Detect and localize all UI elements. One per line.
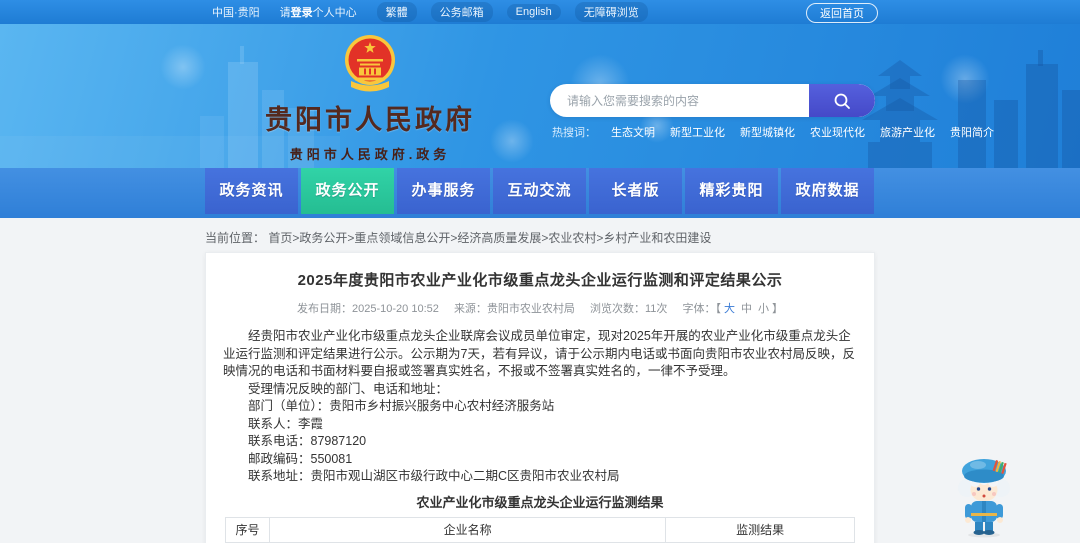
nav-tab-1[interactable]: 政务资讯 (205, 168, 298, 214)
return-home-button[interactable]: 返回首页 (806, 3, 878, 23)
topbar-items: 中国·贵阳 请登录个人中心 繁體 公务邮箱 English 无障碍浏览 (212, 0, 648, 24)
hot-search-item[interactable]: 新型工业化 (670, 124, 725, 140)
main-nav: 政务资讯 政务公开 办事服务 互动交流 长者版 精彩贵阳 政府数据 (205, 168, 874, 214)
topbar-login-link[interactable]: 请登录个人中心 (280, 4, 357, 20)
city-skyline-right-icon (862, 50, 1080, 168)
topbar-chip[interactable]: English (506, 4, 561, 20)
font-size-option[interactable]: 小 (758, 303, 769, 315)
article-paragraph: 经贵阳市农业产业化市级重点龙头企业联席会议成员单位审定，现对2025年开展的农业… (223, 329, 855, 378)
hot-search: 热搜词： 生态文明 新型工业化 新型城镇化 农业现代化 旅游产业化 贵阳简介 (552, 124, 994, 140)
results-table: 序号企业名称监测结果 1贵州合力超市采购有限公司合格2贵州友禾种业有限公司合格3… (224, 516, 855, 543)
topbar-chip[interactable]: 无障碍浏览 (574, 2, 648, 22)
search-button[interactable] (809, 84, 875, 117)
publish-date: 2025-10-20 10:52 (352, 303, 439, 315)
topbar-chip[interactable]: 繁體 (376, 2, 417, 22)
font-size-label: 字体： (682, 303, 716, 315)
header-banner: 贵阳市人民政府 贵阳市人民政府.政务 www.guiyang.gov.cn 热搜… (0, 24, 1080, 168)
hot-search-label: 热搜词： (552, 127, 596, 139)
nav-tab-5[interactable]: 长者版 (589, 168, 682, 214)
article-title: 2025年度贵阳市农业产业化市级重点龙头企业运行监测和评定结果公示 (297, 272, 783, 289)
font-size-options: 大中小 (721, 303, 772, 315)
article-paragraph: 部门（单位）：贵阳市乡村振兴服务中心农村经济服务站 (248, 399, 555, 413)
hot-search-item[interactable]: 旅游产业化 (880, 124, 935, 140)
article-paragraph: 联系电话：87987120 (248, 434, 367, 448)
nav-tab-4[interactable]: 互动交流 (493, 168, 586, 214)
hot-search-list: 生态文明 新型工业化 新型城镇化 农业现代化 旅游产业化 贵阳简介 (611, 124, 994, 140)
table-header-cell: 监测结果 (665, 516, 855, 543)
article-card: 2025年度贵阳市农业产业化市级重点龙头企业运行监测和评定结果公示 发布日期：2… (205, 252, 875, 543)
nav-tab-3[interactable]: 办事服务 (397, 168, 490, 214)
breadcrumb: 当前位置： 首页>政务公开>重点领域信息公开>经济高质量发展>农业农村>乡村产业… (205, 229, 711, 246)
views-label: 浏览次数： (590, 303, 645, 315)
topbar-chips: 繁體 公务邮箱 English 无障碍浏览 (376, 2, 648, 22)
font-size-option[interactable]: 中 (741, 303, 752, 315)
results-table-title: 农业产业化市级重点龙头企业运行监测结果 (416, 494, 664, 510)
search-icon (834, 93, 850, 109)
nav-tab-7[interactable]: 政府数据 (781, 168, 874, 214)
hot-search-item[interactable]: 农业现代化 (810, 124, 865, 140)
article-paragraph: 联系地址：贵阳市观山湖区市级行政中心二期C区贵阳市农业农村局 (248, 469, 620, 483)
article-paragraph: 受理情况反映的部门、电话和地址： (248, 381, 449, 396)
article-paragraph: 联系人：李霞 (248, 416, 324, 431)
breadcrumb-path[interactable]: 首页>政务公开>重点领域信息公开>经济高质量发展>农业农村>乡村产业和农田建设 (268, 231, 711, 245)
site-subtitle: 贵阳市人民政府.政务 (289, 147, 451, 162)
article-body: 经贵阳市农业产业化市级重点龙头企业联席会议成员单位审定，现对2025年开展的农业… (223, 328, 857, 486)
national-emblem-icon (345, 35, 395, 92)
publish-date-label: 发布日期： (297, 303, 353, 315)
bracket-close: 】 (771, 303, 783, 315)
topbar-region-link[interactable]: 中国·贵阳 (212, 4, 260, 20)
table-header-cell: 企业名称 (269, 516, 667, 543)
login-prefix: 请 (279, 7, 291, 19)
hot-search-item[interactable]: 新型城镇化 (740, 124, 795, 140)
results-table-head-row: 序号 企业名称 监测结果 (224, 516, 855, 543)
source-label: 来源： (453, 303, 487, 315)
views: 11次 (645, 303, 668, 315)
hot-search-item[interactable]: 贵阳简介 (950, 124, 994, 140)
table-header-cell: 序号 (224, 516, 271, 543)
nav-tab-6[interactable]: 精彩贵阳 (685, 168, 778, 214)
source: 贵阳市农业农村局 (486, 303, 575, 315)
nav-tab-2[interactable]: 政务公开 (301, 168, 394, 214)
search-bar (550, 84, 875, 117)
login-suffix: 个人中心 (312, 7, 357, 19)
article-paragraph: 邮政编码：550081 (248, 451, 353, 466)
search-input[interactable] (550, 84, 809, 117)
site-logo[interactable]: 贵阳市人民政府 贵阳市人民政府.政务 www.guiyang.gov.cn (215, 34, 525, 168)
site-name: 贵阳市人民政府 (265, 105, 475, 135)
breadcrumb-label: 当前位置： (205, 231, 266, 245)
login-bold: 登录 (290, 7, 313, 19)
topbar-chip[interactable]: 公务邮箱 (430, 2, 493, 22)
article-meta: 发布日期：2025-10-20 10:52 来源：贵阳市农业农村局 浏览次数：1… (223, 300, 857, 316)
main-content: 当前位置： 首页>政务公开>重点领域信息公开>经济高质量发展>农业农村>乡村产业… (0, 218, 1080, 543)
hot-search-item[interactable]: 生态文明 (611, 124, 655, 140)
main-nav-strip: 政务资讯 政务公开 办事服务 互动交流 长者版 精彩贵阳 政府数据 (0, 168, 1080, 218)
font-size-option[interactable]: 大 (724, 303, 735, 315)
mascot-assistant[interactable] (953, 452, 1015, 538)
topbar: 中国·贵阳 请登录个人中心 繁體 公务邮箱 English 无障碍浏览 返回首页 (0, 0, 1080, 24)
